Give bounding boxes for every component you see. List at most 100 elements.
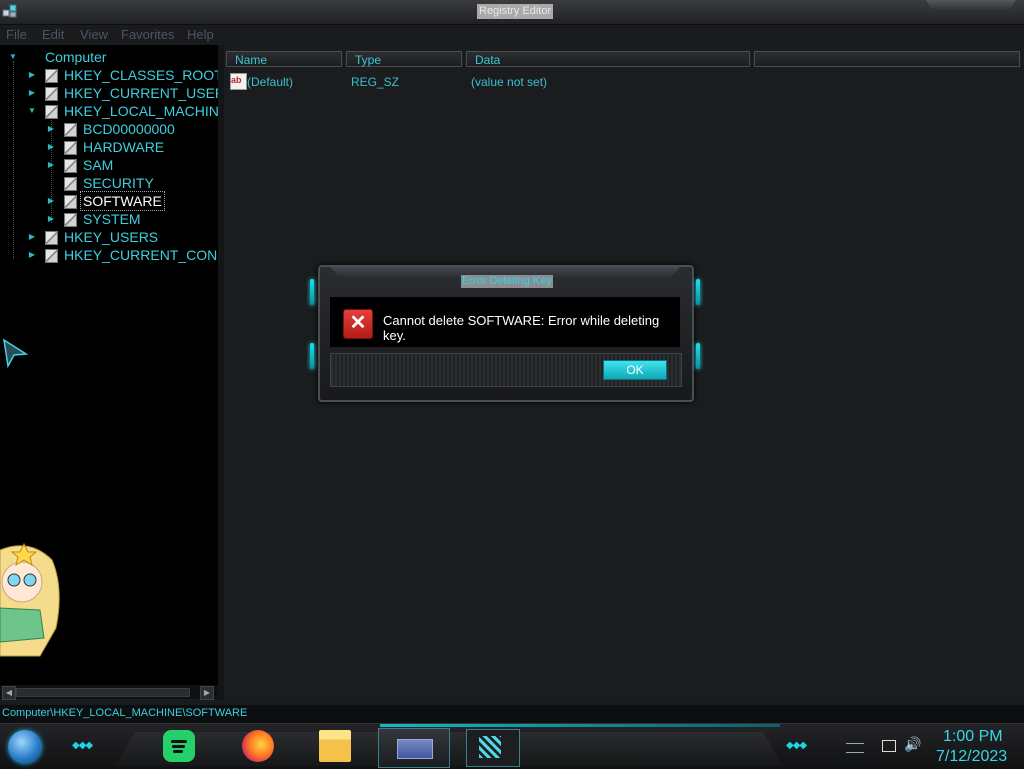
column-header-empty[interactable] xyxy=(754,51,1020,67)
dialog-message: Cannot delete SOFTWARE: Error while dele… xyxy=(383,313,660,343)
file-explorer-icon[interactable] xyxy=(319,730,351,762)
tree-item-label: SOFTWARE xyxy=(80,191,165,211)
window-title: Registry Editor xyxy=(477,4,554,19)
tree-item-bcd00000000[interactable]: ▶ BCD00000000 xyxy=(0,120,218,138)
tree-item-hkey-current-user[interactable]: ▶ HKEY_CURRENT_USER xyxy=(0,84,218,102)
expand-arrow-icon[interactable]: ▶ xyxy=(26,228,38,246)
menu-view[interactable]: View xyxy=(80,27,108,42)
column-header-name[interactable]: Name xyxy=(226,51,342,67)
registry-tree[interactable]: ▼ Computer ▶ HKEY_CLASSES_ROOT ▶ HKEY_CU… xyxy=(0,45,218,685)
taskbar-ornament-icon: ◆◆◆ xyxy=(786,740,807,751)
registry-key-icon xyxy=(64,159,77,173)
registry-key-icon xyxy=(45,69,58,83)
column-header-type[interactable]: Type xyxy=(346,51,462,67)
tree-item-software[interactable]: ▶ SOFTWARE xyxy=(0,191,218,211)
scroll-left-icon[interactable]: ◀ xyxy=(2,686,16,700)
registry-key-icon xyxy=(45,105,58,119)
expand-arrow-icon[interactable]: ▶ xyxy=(45,120,57,138)
registry-editor-icon[interactable] xyxy=(2,3,18,19)
expand-arrow-icon[interactable]: ▶ xyxy=(45,210,57,228)
menu-edit[interactable]: Edit xyxy=(42,27,64,42)
dialog-body: ✕ Cannot delete SOFTWARE: Error while de… xyxy=(330,297,680,347)
frame-light-icon xyxy=(310,279,314,305)
start-button[interactable] xyxy=(8,730,42,764)
value-data: (value not set) xyxy=(471,75,548,89)
string-value-icon: ab xyxy=(230,73,247,90)
tree-item-system[interactable]: ▶ SYSTEM xyxy=(0,210,218,228)
registry-editor-icon[interactable] xyxy=(378,728,450,768)
title-bar-ornament xyxy=(926,0,1016,11)
volume-icon[interactable]: 🔊 xyxy=(904,736,921,753)
tree-item-label: HKEY_CLASSES_ROOT xyxy=(64,67,218,83)
expand-arrow-icon[interactable]: ▶ xyxy=(45,138,57,156)
keyboard-icon[interactable] xyxy=(846,743,864,753)
error-dialog[interactable]: Error Deleting Key ✕ Cannot delete SOFTW… xyxy=(310,265,700,402)
tree-horizontal-scrollbar[interactable]: ◀ ▶ xyxy=(0,685,218,700)
taskbar: ◆◆◆ ◆◆◆ 🔊 1:00 PM 7/12/2023 xyxy=(0,723,1024,769)
dialog-footer: OK xyxy=(330,353,682,387)
frame-light-icon xyxy=(696,343,700,369)
frame-light-icon xyxy=(696,279,700,305)
collapse-chevron-icon[interactable]: ▼ xyxy=(7,48,19,66)
expand-arrow-icon[interactable]: ▶ xyxy=(26,84,38,102)
ok-button[interactable]: OK xyxy=(603,360,667,380)
tree-item-hkey-current-config[interactable]: ▶ HKEY_CURRENT_CONFI xyxy=(0,246,218,264)
tree-item-label: HKEY_USERS xyxy=(64,229,159,245)
tree-item-label: SAM xyxy=(83,157,114,173)
column-header-data[interactable]: Data xyxy=(466,51,750,67)
menu-favorites[interactable]: Favorites xyxy=(121,27,174,42)
tree-item-label: HARDWARE xyxy=(83,139,165,155)
tree-item-hkey-users[interactable]: ▶ HKEY_USERS xyxy=(0,228,218,246)
tree-item-security[interactable]: SECURITY xyxy=(0,174,218,192)
taskbar-ornament-icon: ◆◆◆ xyxy=(72,740,93,751)
registry-key-icon xyxy=(64,195,77,209)
registry-key-icon xyxy=(45,87,58,101)
collapse-chevron-icon[interactable]: ▼ xyxy=(26,102,38,120)
cartoon-character-image xyxy=(0,542,60,657)
registry-key-icon xyxy=(64,213,77,227)
column-headers: Name Type Data xyxy=(224,51,1024,69)
frame-light-icon xyxy=(310,343,314,369)
registry-editor-icon[interactable] xyxy=(466,729,520,767)
tree-item-label: Computer xyxy=(45,49,107,65)
clock-date[interactable]: 7/12/2023 xyxy=(936,748,1007,766)
menu-help[interactable]: Help xyxy=(187,27,214,42)
registry-key-icon xyxy=(45,249,58,263)
tree-item-hkey-classes-root[interactable]: ▶ HKEY_CLASSES_ROOT xyxy=(0,66,218,84)
tree-item-computer[interactable]: ▼ Computer xyxy=(0,48,218,66)
spotify-icon[interactable] xyxy=(163,730,195,762)
clock-time[interactable]: 1:00 PM xyxy=(943,728,1003,746)
expand-arrow-icon[interactable]: ▶ xyxy=(26,246,38,264)
value-type: REG_SZ xyxy=(351,75,400,89)
status-path: Computer\HKEY_LOCAL_MACHINE\SOFTWARE xyxy=(2,707,248,719)
registry-key-icon xyxy=(64,141,77,155)
cursor-arrow-icon xyxy=(3,338,28,368)
tree-item-hardware[interactable]: ▶ HARDWARE xyxy=(0,138,218,156)
tree-item-label: HKEY_CURRENT_USER xyxy=(64,85,218,101)
tree-item-label: HKEY_LOCAL_MACHINE xyxy=(64,103,218,119)
scroll-right-icon[interactable]: ▶ xyxy=(200,686,214,700)
expand-arrow-icon[interactable]: ▶ xyxy=(45,192,57,210)
menu-file[interactable]: File xyxy=(6,27,27,42)
firefox-icon[interactable] xyxy=(242,730,274,762)
tree-item-hkey-local-machine[interactable]: ▼ HKEY_LOCAL_MACHINE xyxy=(0,102,218,120)
network-icon[interactable] xyxy=(882,740,896,752)
registry-key-icon xyxy=(45,231,58,245)
error-x-icon: ✕ xyxy=(343,309,373,339)
tree-item-label: BCD00000000 xyxy=(83,121,175,137)
tree-item-sam[interactable]: ▶ SAM xyxy=(0,156,218,174)
registry-key-icon xyxy=(64,123,77,137)
menu-bar: File Edit View Favorites Help xyxy=(0,24,224,44)
expand-arrow-icon[interactable]: ▶ xyxy=(45,156,57,174)
title-bar[interactable]: Registry Editor xyxy=(0,0,1024,25)
value-name: (Default) xyxy=(247,75,294,89)
tree-item-label: SYSTEM xyxy=(83,211,141,227)
scrollbar-thumb[interactable] xyxy=(16,688,190,697)
tree-item-label: HKEY_CURRENT_CONFI xyxy=(64,247,218,263)
dialog-title: Error Deleting Key xyxy=(461,275,553,288)
status-bar: Computer\HKEY_LOCAL_MACHINE\SOFTWARE xyxy=(0,705,1024,723)
expand-arrow-icon[interactable]: ▶ xyxy=(26,66,38,84)
tree-item-label: SECURITY xyxy=(83,175,154,191)
taskbar-accent-line xyxy=(380,724,780,727)
registry-key-icon xyxy=(64,177,77,191)
